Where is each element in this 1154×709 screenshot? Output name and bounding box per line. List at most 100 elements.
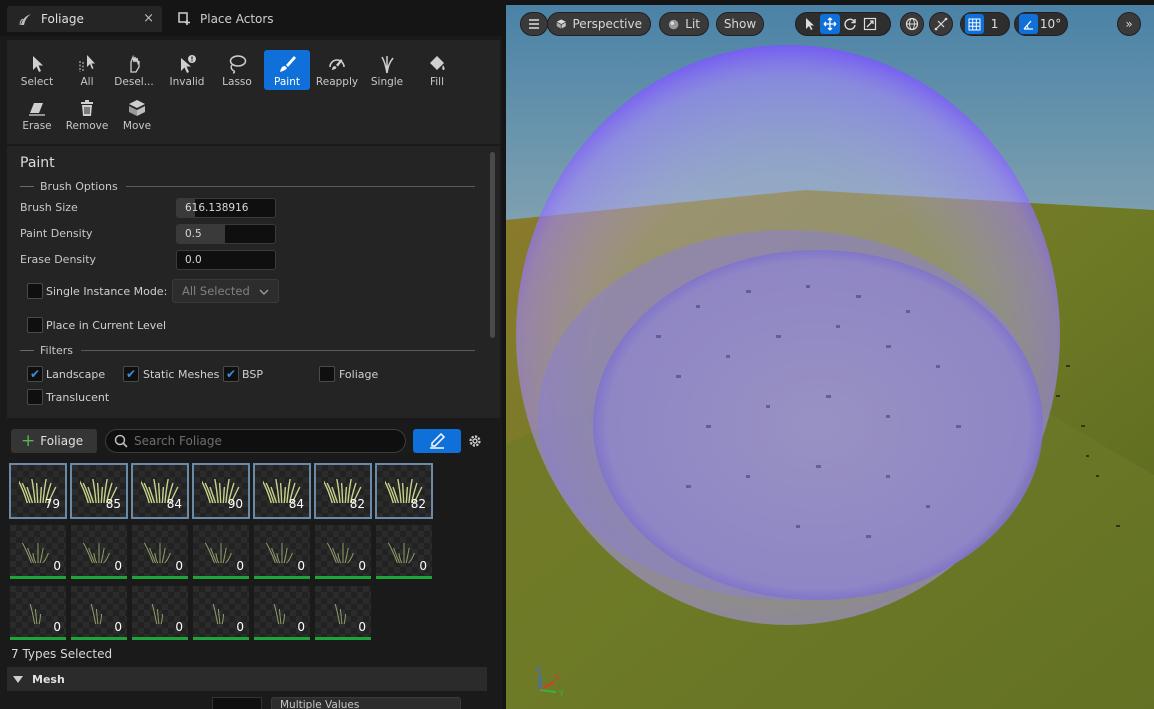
tool-deselect-button[interactable]: Desel...	[111, 50, 157, 90]
foliage-icon	[19, 12, 33, 26]
active-indicator-bar	[71, 637, 127, 640]
search-foliage-input[interactable]: Search Foliage	[105, 429, 406, 453]
foliage-type-tile[interactable]: 84	[253, 463, 311, 519]
filter-bsp-checkbox[interactable]: ✔	[223, 366, 239, 382]
tool-select-button[interactable]: Select	[14, 50, 60, 90]
foliage-type-tile[interactable]: 0	[9, 585, 67, 641]
tab-bar: Foliage × Place Actors	[0, 0, 502, 36]
filter-static-meshes-label: Static Meshes	[143, 368, 220, 381]
divider	[125, 185, 475, 187]
level-viewport[interactable]: Perspective Lit Show 1 10° » Z X Y	[506, 5, 1154, 709]
details-scrollbar[interactable]	[490, 152, 495, 338]
filter-landscape-checkbox[interactable]: ✔	[27, 366, 43, 382]
grass-thumbnail-icon	[143, 542, 171, 564]
tool-reapply-button[interactable]: Reapply	[314, 50, 360, 90]
viewport-options-button[interactable]	[520, 12, 548, 36]
rotate-mode-icon[interactable]	[840, 14, 860, 34]
tool-move-button[interactable]: Move	[114, 94, 160, 134]
show-button[interactable]: Show	[716, 12, 764, 36]
filter-static-meshes-checkbox[interactable]: ✔	[123, 366, 139, 382]
add-foliage-button[interactable]: + Foliage	[11, 429, 97, 453]
grass-thumbnail-icon	[326, 542, 354, 564]
place-actors-icon	[178, 12, 192, 26]
brush-size-field[interactable]: 616.138916	[176, 198, 276, 218]
foliage-type-tile[interactable]: 0	[375, 524, 433, 580]
paint-density-field[interactable]: 0.5	[176, 224, 276, 244]
rotation-snap-icon[interactable]	[1019, 14, 1039, 34]
foliage-type-tile[interactable]: 0	[314, 585, 372, 641]
foliage-type-tile[interactable]: 0	[192, 585, 250, 641]
grid-snap-value[interactable]: 1	[984, 14, 1005, 34]
filter-foliage-checkbox[interactable]	[319, 366, 335, 382]
instance-count: 0	[236, 620, 244, 634]
place-current-level-checkbox[interactable]	[27, 317, 43, 333]
gear-icon[interactable]	[466, 432, 484, 450]
tool-erase-button[interactable]: Erase	[14, 94, 60, 134]
select-all-icon	[79, 55, 95, 72]
filter-translucent-checkbox[interactable]	[27, 389, 43, 405]
collapse-dash	[20, 349, 34, 351]
toggle-paint-button[interactable]	[413, 429, 461, 453]
tool-label: Reapply	[315, 76, 359, 88]
single-instance-dropdown[interactable]: All Selected	[172, 279, 279, 303]
foliage-type-tile[interactable]: 85	[70, 463, 128, 519]
mesh-dropdown[interactable]: Multiple Values	[271, 697, 461, 709]
lit-button[interactable]: Lit	[659, 12, 709, 36]
tool-lasso-button[interactable]: Lasso	[214, 50, 260, 90]
instance-count: 85	[105, 497, 121, 511]
translate-mode-icon[interactable]	[820, 14, 840, 34]
viewport-more-button[interactable]: »	[1117, 12, 1141, 36]
foliage-type-tile[interactable]: 0	[70, 524, 128, 580]
tool-all-button[interactable]: All	[64, 50, 110, 90]
single-instance-checkbox[interactable]	[27, 283, 43, 299]
collapse-dash	[20, 185, 34, 187]
grid-snap-icon[interactable]	[965, 14, 985, 34]
foliage-type-tile[interactable]: 0	[9, 524, 67, 580]
tool-paint-button[interactable]: Paint	[264, 50, 310, 90]
foliage-type-tile[interactable]: 79	[9, 463, 67, 519]
surface-snapping-toggle[interactable]	[929, 12, 953, 36]
chevron-down-icon	[259, 289, 269, 295]
foliage-type-tile[interactable]: 0	[70, 585, 128, 641]
instance-count: 0	[175, 620, 183, 634]
scale-mode-icon[interactable]	[860, 14, 880, 34]
cursor-icon	[33, 56, 43, 72]
foliage-type-tile[interactable]: 84	[131, 463, 189, 519]
eraser-icon	[29, 103, 45, 116]
active-indicator-bar	[315, 637, 371, 640]
foliage-type-tile[interactable]: 0	[131, 524, 189, 580]
foliage-type-tile[interactable]: 0	[253, 585, 311, 641]
foliage-type-tile[interactable]: 0	[314, 524, 372, 580]
foliage-type-tile[interactable]: 0	[192, 524, 250, 580]
mesh-category-header[interactable]: Mesh	[7, 667, 487, 691]
tool-fill-button[interactable]: Fill	[414, 50, 460, 90]
brush-size-value: 616.138916	[185, 202, 249, 214]
instance-count: 0	[114, 620, 122, 634]
active-indicator-bar	[376, 576, 432, 579]
world-local-toggle[interactable]	[900, 12, 924, 36]
tool-remove-button[interactable]: Remove	[64, 94, 110, 134]
filters-header[interactable]: Filters	[20, 343, 475, 357]
grass-thumbnail-icon	[334, 603, 347, 625]
rotation-snap-value[interactable]: 10°	[1038, 14, 1063, 34]
foliage-type-tile[interactable]: 90	[192, 463, 250, 519]
perspective-button[interactable]: Perspective	[547, 12, 651, 36]
grass-thumbnail-icon	[151, 603, 164, 625]
tab-place-actors[interactable]: Place Actors	[166, 6, 326, 32]
select-mode-icon[interactable]	[800, 14, 820, 34]
close-icon[interactable]: ×	[143, 11, 154, 26]
tool-invalid-button[interactable]: Invalid	[164, 50, 210, 90]
filter-translucent-label: Translucent	[46, 391, 110, 404]
tool-single-button[interactable]: Single	[364, 50, 410, 90]
foliage-type-tile[interactable]: 82	[375, 463, 433, 519]
tool-label: Paint	[274, 76, 300, 88]
brush-options-header[interactable]: Brush Options	[20, 179, 475, 193]
hamburger-icon	[529, 19, 539, 29]
erase-density-field[interactable]: 0.0	[176, 250, 276, 270]
foliage-type-tile[interactable]: 0	[253, 524, 311, 580]
tab-foliage[interactable]: Foliage ×	[7, 6, 162, 32]
active-indicator-bar	[254, 576, 310, 579]
erase-density-label: Erase Density	[20, 253, 97, 266]
foliage-type-tile[interactable]: 82	[314, 463, 372, 519]
foliage-type-tile[interactable]: 0	[131, 585, 189, 641]
